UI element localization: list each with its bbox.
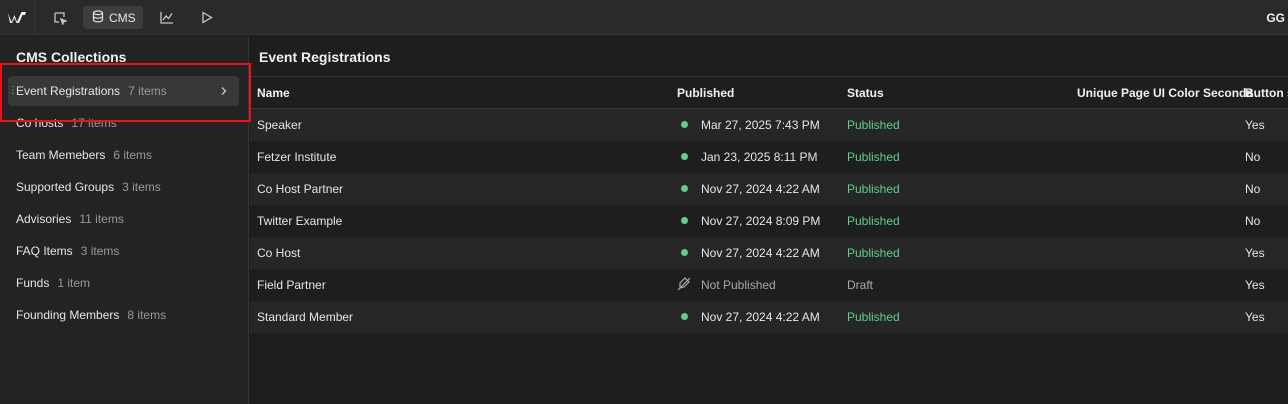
cell-button: Yes [1245, 246, 1265, 260]
cell-published: Mar 27, 2025 7:43 PM [701, 118, 820, 132]
cell-published: Nov 27, 2024 4:22 AM [701, 246, 820, 260]
published-dot-icon [681, 217, 688, 224]
cell-name: Speaker [257, 118, 302, 132]
cell-status: Published [847, 118, 900, 132]
cms-tab-button[interactable]: CMS [83, 6, 143, 29]
collection-item-supported-groups[interactable]: Supported Groups 3 items [8, 172, 239, 202]
collection-item-advisories[interactable]: Advisories 11 items [8, 204, 239, 234]
collection-name: Advisories [16, 212, 72, 226]
cell-published: Nov 27, 2024 4:22 AM [701, 182, 820, 196]
collection-count: 8 items [127, 308, 167, 322]
column-header-ui-color[interactable]: Unique Page UI Color Seconda [1077, 86, 1253, 100]
collection-name: Funds [16, 276, 50, 290]
table-row[interactable]: Standard Member Nov 27, 2024 4:22 AM Pub… [250, 301, 1288, 333]
table-row[interactable]: Twitter Example Nov 27, 2024 8:09 PM Pub… [250, 205, 1288, 237]
top-toolbar: CMS GG [0, 0, 1288, 35]
not-published-icon [677, 277, 691, 294]
cell-status: Published [847, 310, 900, 324]
cell-published: Nov 27, 2024 8:09 PM [701, 214, 821, 228]
database-icon [92, 9, 104, 26]
cell-name: Co Host [257, 246, 301, 260]
select-cursor-icon[interactable] [46, 6, 74, 29]
collection-count: 3 items [122, 180, 161, 194]
collection-title: Event Registrations [259, 49, 391, 65]
play-preview-icon[interactable] [193, 6, 221, 29]
collection-count: 11 items [79, 212, 124, 226]
table-row[interactable]: Fetzer Institute Jan 23, 2025 8:11 PM Pu… [250, 141, 1288, 173]
column-header-published[interactable]: Published [677, 86, 734, 100]
cell-status: Published [847, 150, 900, 164]
chevron-right-icon [220, 85, 227, 99]
collection-item-faq-items[interactable]: FAQ Items 3 items [8, 236, 239, 266]
cell-button: Yes [1245, 118, 1265, 132]
collection-name: Co hosts [16, 116, 64, 130]
collection-item-founding-members[interactable]: Founding Members 8 items [8, 300, 239, 330]
cell-button: Yes [1245, 278, 1265, 292]
collection-item-team-memebers[interactable]: Team Memebers 6 items [8, 140, 239, 170]
cell-name: Field Partner [257, 278, 326, 292]
table-row[interactable]: Field Partner Not Published Draft Yes [250, 269, 1288, 301]
table-header: Name Published Status Unique Page UI Col… [250, 76, 1288, 109]
published-dot-icon [681, 153, 688, 160]
collection-name: Founding Members [16, 308, 120, 322]
cell-name: Standard Member [257, 310, 354, 324]
published-dot-icon [681, 121, 688, 128]
published-dot-icon [681, 313, 688, 320]
cell-button: No [1245, 150, 1261, 164]
sidebar-title: CMS Collections [16, 49, 127, 65]
cell-published: Nov 27, 2024 4:22 AM [701, 310, 820, 324]
cell-status: Published [847, 214, 900, 228]
analytics-chart-icon[interactable] [153, 6, 181, 29]
cell-status: Draft [847, 278, 874, 292]
column-header-name[interactable]: Name [257, 86, 290, 100]
collection-name: Team Memebers [16, 148, 106, 162]
drag-handle-icon[interactable]: ⋮ [8, 85, 18, 96]
collection-item-funds[interactable]: Funds 1 item [8, 268, 239, 298]
cell-name: Twitter Example [257, 214, 343, 228]
collection-item-co-hosts[interactable]: Co hosts 17 items [8, 108, 239, 138]
collection-count: 17 items [71, 116, 117, 130]
cell-button: Yes [1245, 310, 1265, 324]
cms-tab-label: CMS [109, 10, 136, 25]
column-header-status[interactable]: Status [847, 86, 884, 100]
collection-item-event-registrations[interactable]: ⋮ Event Registrations 7 items [8, 76, 239, 106]
collection-count: 1 item [57, 276, 91, 290]
column-header-button[interactable]: Button s [1245, 86, 1288, 100]
collection-items-panel: Event Registrations Name Published Statu… [250, 36, 1288, 404]
cell-button: No [1245, 182, 1261, 196]
cell-published: Not Published [701, 278, 776, 292]
published-dot-icon [681, 249, 688, 256]
cell-status: Published [847, 246, 900, 260]
collection-name: FAQ Items [16, 244, 73, 258]
collection-name: Event Registrations [16, 84, 121, 98]
published-dot-icon [681, 185, 688, 192]
collection-count: 6 items [113, 148, 153, 162]
table-row[interactable]: Co Host Nov 27, 2024 4:22 AM Published Y… [250, 237, 1288, 269]
table-row[interactable]: Co Host Partner Nov 27, 2024 4:22 AM Pub… [250, 173, 1288, 205]
cell-button: No [1245, 214, 1261, 228]
collection-count: 7 items [128, 84, 167, 98]
collection-count: 3 items [80, 244, 120, 258]
collections-sidebar: CMS Collections ⋮ Event Registrations 7 … [0, 36, 249, 404]
cell-name: Co Host Partner [257, 182, 344, 196]
cell-published: Jan 23, 2025 8:11 PM [701, 150, 818, 164]
user-initials-avatar[interactable]: GG [1266, 11, 1285, 25]
cell-name: Fetzer Institute [257, 150, 337, 164]
collection-name: Supported Groups [16, 180, 115, 194]
webflow-logo-icon[interactable] [0, 0, 35, 35]
cell-status: Published [847, 182, 900, 196]
table-row[interactable]: Speaker Mar 27, 2025 7:43 PM Published Y… [250, 109, 1288, 141]
